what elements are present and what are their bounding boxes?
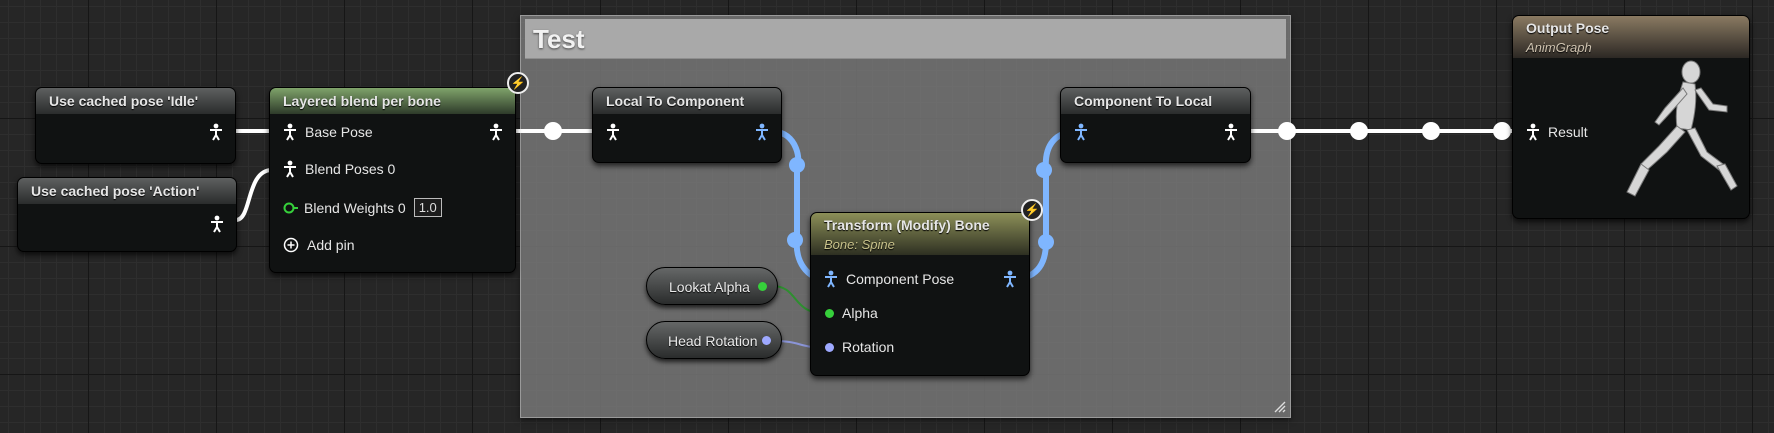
node-output-pose[interactable]: Output Pose AnimGraph Result xyxy=(1512,15,1750,219)
node-layered-blend-per-bone[interactable]: Layered blend per bone Base Pose Blend P… xyxy=(269,72,529,273)
node-transform-modify-bone[interactable]: Transform (Modify) Bone Bone: Spine Comp… xyxy=(810,199,1043,376)
pose-icon xyxy=(284,123,296,141)
node-subtitle: Bone: Spine xyxy=(824,237,895,252)
input-pin-blend-poses[interactable]: Blend Poses 0 xyxy=(283,160,395,178)
node-title: Output Pose xyxy=(1526,20,1610,36)
pose-icon xyxy=(211,215,223,233)
pin-label: Blend Weights 0 xyxy=(304,199,406,216)
input-pin-component-pose[interactable]: Component Pose xyxy=(824,270,954,288)
pin-label: Alpha xyxy=(842,305,878,321)
input-pin-rotation[interactable]: Rotation xyxy=(825,339,894,355)
variable-label: Lookat Alpha xyxy=(669,279,750,295)
input-pin-base-pose[interactable]: Base Pose xyxy=(283,123,373,141)
output-pose-pin[interactable] xyxy=(1224,123,1238,141)
node-title: Use cached pose 'Action' xyxy=(18,178,236,204)
pose-icon xyxy=(284,160,296,178)
pose-icon xyxy=(607,123,619,141)
variable-label: Head Rotation xyxy=(668,333,758,349)
float-pin-icon[interactable] xyxy=(758,282,767,291)
pin-label: Blend Poses 0 xyxy=(305,161,396,177)
pin-label: Component Pose xyxy=(846,271,955,287)
input-pose-pin[interactable] xyxy=(606,123,620,141)
node-title: Transform (Modify) Bone xyxy=(824,217,990,233)
input-pin-result[interactable]: Result xyxy=(1526,123,1588,141)
variable-head-rotation[interactable]: Head Rotation xyxy=(646,321,782,359)
input-component-pose-pin[interactable] xyxy=(1074,123,1088,141)
node-title: Layered blend per bone xyxy=(270,88,515,114)
node-subtitle: AnimGraph xyxy=(1526,40,1592,55)
pin-label: Result xyxy=(1548,124,1588,140)
pose-icon xyxy=(756,123,768,141)
blend-weight-value-field[interactable]: 1.0 xyxy=(413,198,442,217)
pose-icon xyxy=(1075,123,1087,141)
rotator-pin-icon xyxy=(825,342,834,352)
node-component-to-local[interactable]: Component To Local xyxy=(1060,87,1251,163)
output-pose-pin[interactable] xyxy=(210,215,224,233)
mannequin-icon xyxy=(1626,60,1738,197)
node-title: Local To Component xyxy=(593,88,781,114)
plus-circle-icon xyxy=(283,237,299,253)
node-title: Component To Local xyxy=(1061,88,1250,114)
pose-icon xyxy=(210,123,222,141)
output-component-pose-pin[interactable] xyxy=(755,123,769,141)
node-cached-pose-idle[interactable]: Use cached pose 'Idle' xyxy=(35,87,236,164)
node-header: Transform (Modify) Bone Bone: Spine xyxy=(811,213,1029,255)
lightning-icon: ⚡ xyxy=(1021,199,1043,221)
variable-lookat-alpha[interactable]: Lookat Alpha xyxy=(646,267,778,305)
node-local-to-component[interactable]: Local To Component xyxy=(592,87,782,163)
pose-icon xyxy=(490,123,502,141)
output-pose-pin[interactable] xyxy=(209,123,223,141)
float-pin-icon xyxy=(283,202,298,213)
pin-label: Base Pose xyxy=(305,124,373,140)
output-component-pose-pin[interactable] xyxy=(1003,270,1017,288)
node-cached-pose-action[interactable]: Use cached pose 'Action' xyxy=(17,177,237,252)
pose-icon xyxy=(1225,123,1237,141)
wire-action-to-blend xyxy=(235,168,273,222)
lightning-icon: ⚡ xyxy=(507,72,529,94)
node-title: Use cached pose 'Idle' xyxy=(36,88,235,114)
float-pin-icon xyxy=(825,308,834,318)
pin-label: Rotation xyxy=(842,339,895,355)
pose-icon xyxy=(1527,123,1539,141)
pin-label: Add pin xyxy=(307,237,355,253)
input-pin-alpha[interactable]: Alpha xyxy=(825,305,878,321)
add-pin-button[interactable]: Add pin xyxy=(283,237,354,253)
pose-icon xyxy=(1004,270,1016,288)
pose-icon xyxy=(825,270,837,288)
output-pose-pin[interactable] xyxy=(489,123,503,141)
rotator-pin-icon[interactable] xyxy=(762,336,771,345)
input-pin-blend-weights[interactable]: Blend Weights 0 1.0 xyxy=(283,198,442,217)
node-header: Output Pose AnimGraph xyxy=(1513,16,1749,58)
